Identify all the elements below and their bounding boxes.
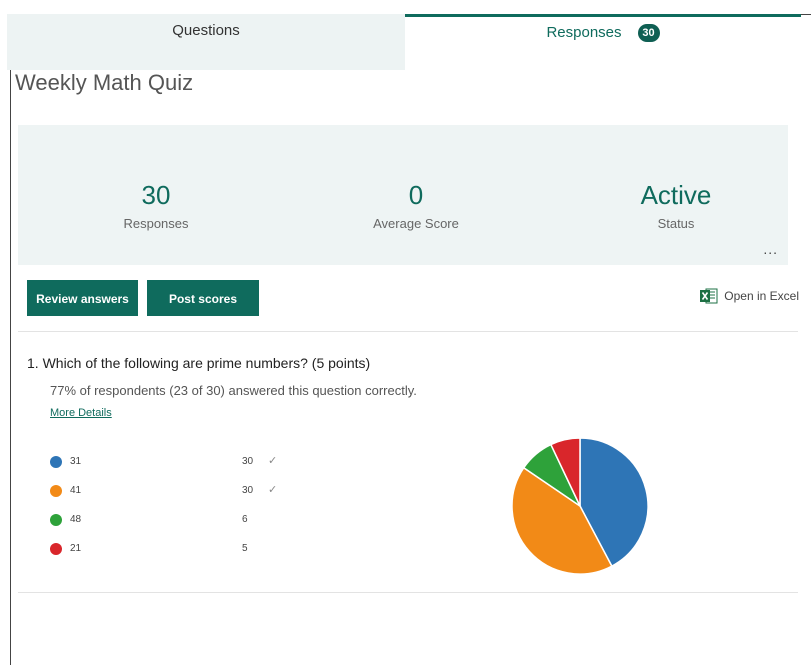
legend-count: 30 — [242, 456, 254, 467]
summary-panel: 30 Responses 0 Average Score Active Stat… — [18, 125, 788, 265]
divider — [18, 592, 798, 593]
question-title: 1. Which of the following are prime numb… — [27, 355, 371, 371]
correct-check-icon: ✓ — [268, 455, 278, 467]
responses-stat: 30 Responses — [56, 180, 256, 231]
average-score-label: Average Score — [373, 216, 459, 231]
legend-count: 6 — [242, 514, 248, 525]
excel-icon — [700, 287, 718, 305]
answer-pie-chart — [511, 437, 649, 575]
responses-value: 30 — [141, 180, 171, 210]
legend-item: 41 30 ✓ — [50, 484, 310, 500]
open-in-excel-link[interactable]: Open in Excel — [700, 285, 799, 307]
legend-item: 31 30 ✓ — [50, 455, 310, 471]
status-stat: Active Status — [576, 180, 776, 231]
question-summary: 77% of respondents (23 of 30) answered t… — [50, 383, 417, 398]
tab-responses[interactable]: Responses 30 — [405, 14, 801, 70]
status-value: Active — [640, 180, 712, 210]
app-frame — [10, 14, 811, 665]
review-answers-button[interactable]: Review answers — [27, 280, 138, 316]
legend-item: 21 5 — [50, 542, 310, 558]
tab-bar: Questions Responses 30 — [7, 14, 801, 70]
tab-questions[interactable]: Questions — [7, 14, 405, 70]
legend-color-swatch — [50, 543, 62, 555]
responses-label: Responses — [123, 216, 189, 231]
legend-color-swatch — [50, 514, 62, 526]
legend-color-swatch — [50, 485, 62, 497]
legend-label: 41 — [70, 485, 82, 496]
legend-label: 31 — [70, 456, 82, 467]
legend-count: 5 — [242, 543, 248, 554]
responses-count-badge: 30 — [637, 24, 660, 43]
tab-responses-label: Responses — [546, 24, 622, 41]
legend-color-swatch — [50, 456, 62, 468]
form-title: Weekly Math Quiz — [15, 70, 194, 95]
average-score-value: 0 — [408, 180, 424, 210]
more-details-link[interactable]: More Details — [50, 407, 112, 419]
correct-check-icon: ✓ — [268, 484, 278, 496]
open-in-excel-label: Open in Excel — [724, 289, 799, 303]
legend-label: 21 — [70, 543, 82, 554]
post-scores-button[interactable]: Post scores — [147, 280, 259, 316]
more-options-icon[interactable]: ... — [763, 241, 778, 257]
tab-questions-label: Questions — [172, 22, 240, 39]
divider — [18, 331, 798, 332]
status-label: Status — [657, 216, 695, 231]
legend-count: 30 — [242, 485, 254, 496]
legend-item: 48 6 — [50, 513, 310, 529]
average-score-stat: 0 Average Score — [316, 180, 516, 231]
legend-label: 48 — [70, 514, 82, 525]
